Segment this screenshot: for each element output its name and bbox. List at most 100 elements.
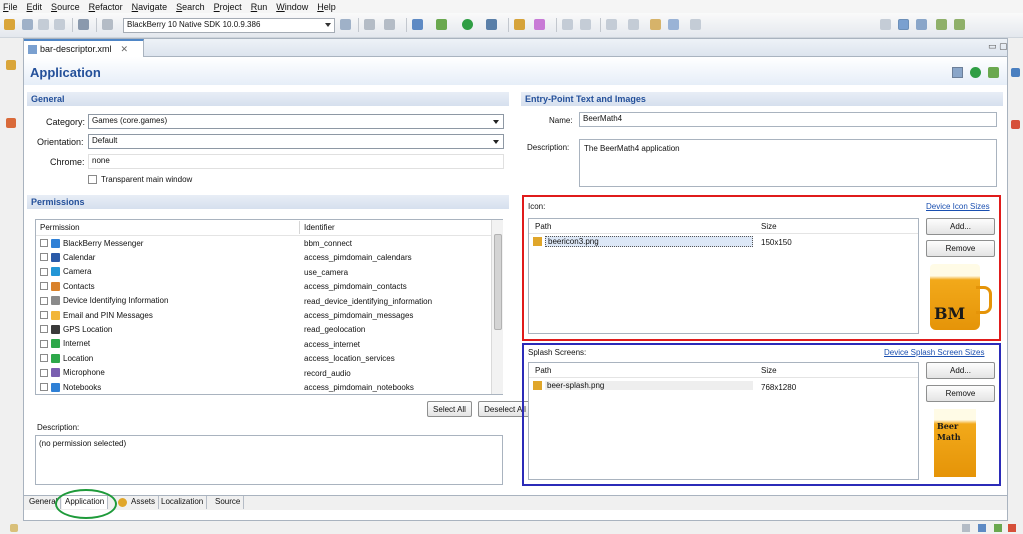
status-icon-3[interactable] bbox=[994, 524, 1002, 532]
device-icon[interactable] bbox=[412, 19, 423, 30]
permission-column-header[interactable]: Permission bbox=[40, 223, 80, 232]
icon-remove-button[interactable]: Remove bbox=[926, 240, 995, 257]
permission-row[interactable]: Internet bbox=[40, 339, 90, 349]
toggle-block-icon[interactable] bbox=[580, 19, 591, 30]
identifier-column-header[interactable]: Identifier bbox=[304, 223, 335, 232]
splash-remove-button[interactable]: Remove bbox=[926, 385, 995, 402]
menu-edit[interactable]: Edit bbox=[27, 2, 43, 12]
permission-checkbox[interactable] bbox=[40, 383, 48, 391]
icon-size-column-header[interactable]: Size bbox=[761, 222, 777, 231]
permission-row[interactable]: Microphone bbox=[40, 368, 105, 378]
last-edit-icon[interactable] bbox=[650, 19, 661, 30]
permission-row[interactable]: Contacts bbox=[40, 281, 95, 291]
device-icon-sizes-link[interactable]: Device Icon Sizes bbox=[926, 202, 990, 211]
debug-icon[interactable] bbox=[436, 19, 447, 30]
permission-checkbox[interactable] bbox=[40, 296, 48, 305]
open-perspective-icon[interactable] bbox=[880, 19, 891, 30]
category-select[interactable]: Games (core.games) bbox=[88, 114, 504, 129]
select-all-button[interactable]: Select All bbox=[427, 401, 472, 417]
permission-row[interactable]: Device Identifying Information bbox=[40, 296, 168, 306]
permission-row[interactable]: Camera bbox=[40, 267, 91, 277]
permission-checkbox[interactable] bbox=[40, 311, 48, 319]
menu-window[interactable]: Window bbox=[276, 2, 308, 12]
debug-perspective-icon[interactable] bbox=[916, 19, 927, 30]
permission-checkbox[interactable] bbox=[40, 282, 48, 291]
menu-help[interactable]: Help bbox=[317, 2, 336, 12]
pencil-icon[interactable] bbox=[534, 19, 545, 30]
outline-icon[interactable] bbox=[6, 118, 16, 128]
save-icon[interactable] bbox=[22, 19, 33, 30]
print-icon[interactable] bbox=[54, 19, 65, 30]
orientation-select[interactable]: Default bbox=[88, 134, 504, 149]
build-icon[interactable] bbox=[78, 19, 89, 30]
permission-checkbox[interactable] bbox=[40, 325, 48, 334]
editor-tab-bar-descriptor[interactable]: bar-descriptor.xml ✕ bbox=[24, 39, 144, 57]
minimize-maximize-icons[interactable]: ▭ ▢ bbox=[988, 41, 1008, 52]
icon-row[interactable]: beericon3.png bbox=[533, 236, 753, 247]
run-icon[interactable] bbox=[462, 19, 473, 30]
permission-checkbox[interactable] bbox=[40, 368, 48, 377]
menu-navigate[interactable]: Navigate bbox=[132, 2, 168, 12]
preview-icon[interactable] bbox=[952, 67, 963, 78]
menu-project[interactable]: Project bbox=[214, 2, 242, 12]
status-icon-2[interactable] bbox=[978, 524, 986, 532]
status-icon-4[interactable] bbox=[1008, 524, 1016, 532]
gear-icon[interactable] bbox=[384, 19, 395, 30]
permissions-table[interactable]: Permission Identifier BlackBerry Messeng… bbox=[35, 219, 503, 395]
splash-table[interactable]: Path Size beer-splash.png 768x1280 bbox=[528, 362, 919, 480]
chrome-field[interactable]: none bbox=[88, 154, 504, 169]
external-tools-icon[interactable] bbox=[486, 19, 497, 30]
prev-annotation-icon[interactable] bbox=[628, 19, 639, 30]
layout-icon[interactable] bbox=[340, 19, 351, 30]
next-annotation-icon[interactable] bbox=[606, 19, 617, 30]
permission-checkbox[interactable] bbox=[40, 354, 48, 363]
transparent-checkbox-row[interactable]: Transparent main window bbox=[88, 175, 192, 184]
splash-add-button[interactable]: Add... bbox=[926, 362, 995, 379]
menu-run[interactable]: Run bbox=[251, 2, 268, 12]
permission-checkbox[interactable] bbox=[40, 253, 48, 262]
permission-row[interactable]: Email and PIN Messages bbox=[40, 310, 153, 320]
tab-source[interactable]: Source bbox=[212, 496, 245, 509]
run-app-icon[interactable] bbox=[970, 67, 981, 78]
icon-path-column-header[interactable]: Path bbox=[535, 222, 551, 231]
status-icon-1[interactable] bbox=[962, 524, 970, 532]
fast-view-icon[interactable] bbox=[10, 524, 18, 532]
device-splash-sizes-link[interactable]: Device Splash Screen Sizes bbox=[884, 348, 985, 357]
splash-size-column-header[interactable]: Size bbox=[761, 366, 777, 375]
close-icon[interactable]: ✕ bbox=[121, 44, 129, 55]
name-input[interactable]: BeerMath4 bbox=[579, 112, 997, 127]
forward-icon[interactable] bbox=[690, 19, 701, 30]
entry-description-input[interactable]: The BeerMath4 application bbox=[579, 139, 997, 187]
menu-refactor[interactable]: Refactor bbox=[89, 2, 123, 12]
qnx-perspective-icon[interactable] bbox=[936, 19, 947, 30]
debug-app-icon[interactable] bbox=[988, 67, 999, 78]
momentics-perspective-icon[interactable] bbox=[954, 19, 965, 30]
tab-localization[interactable]: Localization bbox=[158, 496, 208, 509]
menu-search[interactable]: Search bbox=[176, 2, 205, 12]
menu-file[interactable]: File bbox=[3, 2, 18, 12]
project-explorer-icon[interactable] bbox=[6, 60, 16, 70]
permission-row[interactable]: GPS Location bbox=[40, 324, 112, 334]
wand-icon[interactable] bbox=[364, 19, 375, 30]
open-type-icon[interactable] bbox=[514, 19, 525, 30]
permission-row[interactable]: Notebooks bbox=[40, 382, 101, 392]
permission-row[interactable]: Location bbox=[40, 353, 93, 363]
permission-row[interactable]: Calendar bbox=[40, 252, 95, 262]
toggle-mark-icon[interactable] bbox=[562, 19, 573, 30]
outline-view-icon[interactable] bbox=[1011, 68, 1020, 77]
permission-checkbox[interactable] bbox=[40, 267, 48, 276]
cpp-perspective-icon[interactable] bbox=[898, 19, 909, 30]
sdk-select[interactable]: BlackBerry 10 Native SDK 10.0.9.386 bbox=[123, 18, 335, 33]
tab-assets[interactable]: Assets bbox=[128, 496, 160, 509]
permission-row[interactable]: BlackBerry Messenger bbox=[40, 238, 143, 248]
splash-row[interactable]: beer-splash.png bbox=[533, 381, 753, 390]
icon-add-button[interactable]: Add... bbox=[926, 218, 995, 235]
menu-source[interactable]: Source bbox=[51, 2, 80, 12]
transparent-checkbox[interactable] bbox=[88, 175, 97, 184]
save-all-icon[interactable] bbox=[38, 19, 49, 30]
scrollbar-thumb[interactable] bbox=[494, 234, 502, 330]
permissions-scrollbar[interactable] bbox=[491, 220, 503, 394]
tasks-view-icon[interactable] bbox=[1011, 120, 1020, 129]
new-icon[interactable] bbox=[4, 19, 15, 30]
icon-table[interactable]: Path Size beericon3.png 150x150 bbox=[528, 218, 919, 334]
